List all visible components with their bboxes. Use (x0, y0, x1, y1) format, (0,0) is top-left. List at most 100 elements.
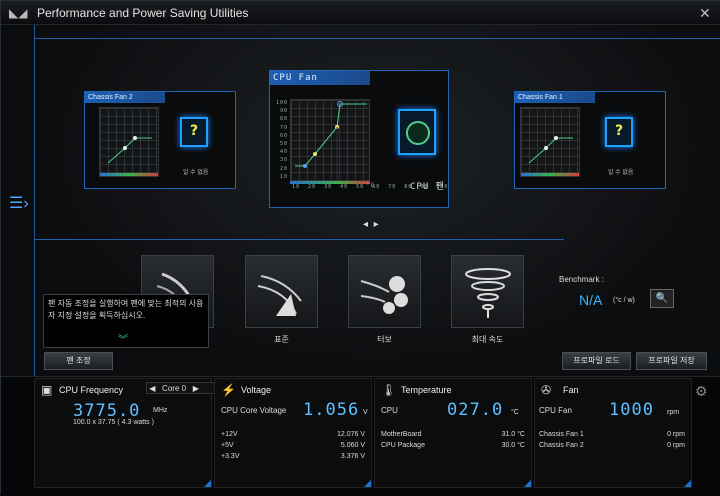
question-icon: ? (180, 117, 208, 147)
mode-label: 표준 (274, 335, 289, 344)
voltage-row-label: +5V (221, 442, 234, 449)
voltage-row-label: +12V (221, 431, 238, 438)
temperature-row-label: CPU Package (381, 442, 425, 449)
divider (34, 38, 720, 39)
corner-marker (364, 480, 371, 487)
panel-title: Fan (563, 385, 579, 395)
core-select[interactable]: ◀ Core 0 ▶ (146, 382, 215, 394)
cpu-frequency-unit: MHz (153, 407, 168, 414)
cpu-fan-icon (398, 109, 436, 155)
standard-mode-button[interactable] (245, 255, 318, 328)
fan-icon: ✇ (541, 383, 552, 397)
voltage-main-label: CPU Core Voltage (221, 406, 287, 415)
benchmark-unit: (°c / w) (613, 297, 635, 304)
corner-marker (204, 480, 211, 487)
cpu-frequency-panel: ▣ CPU Frequency 3775.0 MHz 100.0 x 37.75… (34, 378, 212, 488)
fan-curve-graph (290, 99, 370, 182)
fan-row-value: 0 rpm (667, 442, 685, 449)
voltage-main-unit: V (363, 409, 368, 416)
thermometer-icon: 🌡 (381, 383, 397, 397)
card-title: CPU Fan (270, 71, 370, 85)
fan-tune-button[interactable]: 팬 조정 (44, 352, 113, 370)
y-tick: 40 (279, 149, 288, 156)
voltage-panel: ⚡ Voltage CPU Core Voltage 1.056 V +12V … (214, 378, 372, 488)
y-tick: 50 (279, 141, 288, 148)
chevron-down-icon[interactable]: ︾ (118, 335, 128, 347)
save-profile-button[interactable]: 프로파일 저장 (636, 352, 707, 370)
standard-mode-icon (257, 275, 302, 316)
temperature-row-value: 30.0 °C (501, 442, 525, 449)
benchmark-label: Benchmark : (559, 275, 604, 284)
card-cpu-fan[interactable]: CPU Fan 100 90 80 70 60 50 40 30 20 10 1… (269, 70, 449, 208)
panel-title: Voltage (241, 385, 272, 395)
mode-label: 터보 (377, 335, 392, 344)
benchmark-value: N/A (579, 292, 603, 308)
y-tick: 30 (279, 157, 288, 164)
unknown-label: 알 수 없음 (608, 170, 634, 176)
panel-title: CPU Frequency (59, 385, 124, 395)
rog-logo-icon: ◣◢ (9, 6, 28, 20)
card-nav: ◂ ▸ (363, 219, 379, 230)
voltage-row-value: 5.060 V (340, 442, 365, 449)
fan-panel-monitor: ✇ Fan CPU Fan 1000 rpm Chassis Fan 1 0 r… (534, 378, 692, 488)
y-tick: 20 (279, 165, 288, 172)
turbo-mode-icon (360, 276, 408, 314)
cpu-frequency-detail: 100.0 x 37.75 ( 4.3 watts ) (73, 419, 154, 426)
benchmark-icon[interactable]: 🔍 (650, 289, 674, 308)
fan-row-label: Chassis Fan 1 (539, 431, 584, 438)
voltage-row-label: +3.3V (221, 453, 240, 460)
gear-icon[interactable]: ⚙ (695, 383, 708, 400)
title-bar: ◣◢ Performance and Power Saving Utilitie… (1, 1, 720, 25)
cpu-icon: ▣ (41, 383, 53, 397)
corner-marker (524, 480, 531, 487)
fan-tune-tooltip: 팬 자동 조정을 실행하여 팬에 맞는 최적의 사용자 지정 설정을 획득하십시… (43, 294, 209, 348)
question-icon: ? (605, 117, 633, 147)
fan-main-unit: rpm (667, 409, 680, 416)
temperature-main-unit: °C (511, 409, 519, 416)
turbo-mode-button[interactable] (348, 255, 421, 328)
y-tick: 10 (279, 173, 288, 180)
y-tick: 90 (279, 108, 288, 115)
lightning-icon: ⚡ (221, 383, 236, 397)
voltage-main-value: 1.056 (303, 400, 360, 420)
full-speed-mode-icon (465, 268, 511, 318)
chevron-left-icon[interactable]: ◂ (363, 219, 368, 230)
card-chassis-fan-1[interactable]: Chassis Fan 1 ? 알 수 없음 (514, 91, 666, 189)
unknown-label: 알 수 없음 (183, 170, 209, 176)
temperature-main-value: 027.0 (447, 400, 504, 420)
corner-marker (684, 480, 691, 487)
fan-main-label: CPU Fan (539, 406, 572, 415)
temperature-row-value: 31.0 °C (501, 431, 525, 438)
divider (34, 239, 564, 240)
fan-row-value: 0 rpm (667, 431, 685, 438)
panel-title: Temperature (401, 385, 452, 395)
x-unit: °C (366, 182, 376, 189)
y-tick: 60 (279, 132, 288, 139)
app-window: ◣◢ Performance and Power Saving Utilitie… (0, 0, 720, 496)
tooltip-text: 팬 자동 조정을 실행하여 팬에 맞는 최적의 사용자 지정 설정을 획득하십시… (48, 299, 204, 320)
fan-curve-graph (520, 107, 580, 177)
mode-label: 최대 속도 (471, 335, 504, 344)
close-icon[interactable]: ✕ (699, 5, 711, 22)
card-title: Chassis Fan 2 (85, 92, 165, 103)
temperature-main-label: CPU (381, 406, 398, 415)
full-speed-mode-button[interactable] (451, 255, 524, 328)
menu-icon[interactable]: ☰› (9, 193, 29, 213)
window-title: Performance and Power Saving Utilities (37, 6, 249, 20)
card-chassis-fan-2[interactable]: Chassis Fan 2 ? 알 수 없음 (84, 91, 236, 189)
load-profile-button[interactable]: 프로파일 로드 (562, 352, 631, 370)
voltage-row-value: 3.376 V (340, 453, 365, 460)
core-select-value: Core 0 (162, 384, 187, 393)
card-title: Chassis Fan 1 (515, 92, 595, 103)
y-tick: 70 (279, 124, 288, 131)
fan-row-label: Chassis Fan 2 (539, 442, 584, 449)
y-tick: 80 (279, 116, 288, 123)
fan-name-label: CPU 팬 (410, 182, 445, 192)
cpu-frequency-value: 3775.0 (73, 401, 141, 421)
chevron-right-icon[interactable]: ▸ (374, 219, 379, 230)
voltage-row-value: 12.076 V (336, 431, 365, 438)
temperature-panel: 🌡 Temperature CPU 027.0 °C MotherBoard 3… (374, 378, 532, 488)
y-tick: 100 (275, 100, 288, 106)
temperature-row-label: MotherBoard (381, 431, 422, 438)
fan-main-value: 1000 (609, 400, 654, 420)
